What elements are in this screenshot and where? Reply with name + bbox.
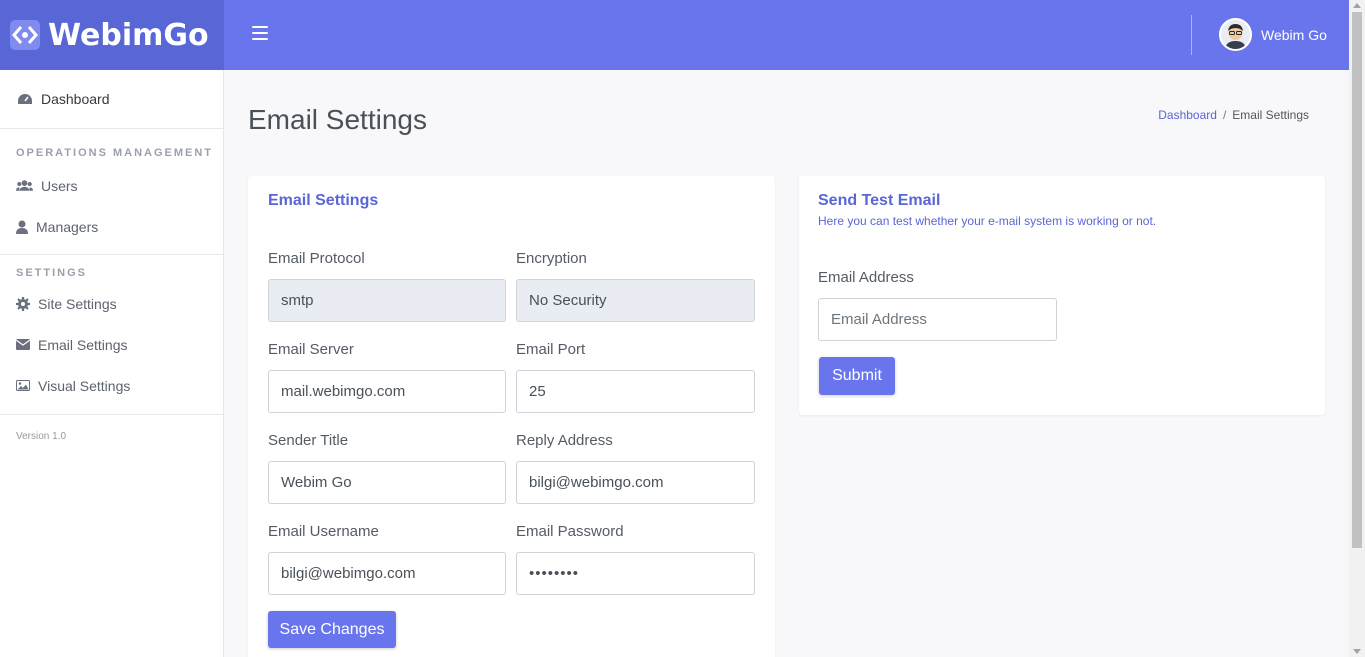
- email-protocol-label: Email Protocol: [268, 250, 365, 267]
- avatar-icon: [1221, 20, 1250, 49]
- page-title: Email Settings: [248, 104, 427, 135]
- scroll-up-icon[interactable]: [1353, 3, 1361, 8]
- brand-logo[interactable]: WebimGo: [0, 0, 224, 70]
- reply-address-input[interactable]: bilgi@webimgo.com: [516, 461, 755, 504]
- email-server-label: Email Server: [268, 341, 354, 358]
- scroll-thumb[interactable]: [1352, 12, 1362, 548]
- logo-icon: [10, 20, 40, 50]
- top-navbar: Webim Go: [224, 0, 1349, 70]
- email-password-label: Email Password: [516, 523, 624, 540]
- version-label: Version 1.0: [16, 431, 67, 442]
- scroll-down-icon[interactable]: [1353, 649, 1361, 654]
- users-icon: [16, 179, 33, 193]
- encryption-field: No Security: [516, 279, 755, 322]
- gear-icon: [16, 296, 30, 311]
- avatar: [1219, 18, 1252, 51]
- card-title: Email Settings: [268, 192, 379, 209]
- submit-button[interactable]: Submit: [819, 357, 895, 395]
- user-menu[interactable]: Webim Go: [1219, 18, 1327, 51]
- email-settings-card: Email Settings Email Protocol smtp Encry…: [248, 176, 775, 657]
- email-username-input[interactable]: bilgi@webimgo.com: [268, 552, 506, 595]
- test-email-card: Send Test Email Here you can test whethe…: [799, 176, 1325, 415]
- card-title: Send Test Email: [818, 192, 941, 209]
- page-scrollbar[interactable]: [1349, 0, 1365, 657]
- email-protocol-field: smtp: [268, 279, 506, 322]
- breadcrumb-current: Email Settings: [1232, 108, 1309, 122]
- save-changes-button[interactable]: Save Changes: [268, 611, 396, 648]
- envelope-icon: [16, 338, 30, 352]
- breadcrumb-home-link[interactable]: Dashboard: [1158, 108, 1217, 122]
- image-icon: [16, 379, 30, 393]
- sidebar-item-label: Dashboard: [41, 91, 110, 107]
- encryption-label: Encryption: [516, 250, 587, 267]
- email-password-input[interactable]: ••••••••: [516, 552, 755, 595]
- breadcrumb: Dashboard / Email Settings: [1158, 108, 1309, 122]
- brand-name: WebimGo: [48, 17, 209, 53]
- breadcrumb-separator: /: [1222, 108, 1227, 122]
- test-email-input[interactable]: Email Address: [818, 298, 1057, 341]
- sidebar-item-email-settings[interactable]: Email Settings: [0, 324, 223, 365]
- user-icon: [16, 220, 28, 234]
- sidebar-item-site-settings[interactable]: Site Settings: [0, 283, 223, 324]
- section-header-operations: OPERATIONS MANAGEMENT: [16, 147, 214, 159]
- dashboard-icon: [16, 92, 33, 106]
- email-username-label: Email Username: [268, 523, 379, 540]
- sender-title-label: Sender Title: [268, 432, 349, 449]
- reply-address-label: Reply Address: [516, 432, 613, 449]
- sidebar-item-dashboard[interactable]: Dashboard: [0, 70, 223, 128]
- divider: [0, 414, 223, 415]
- sidebar-item-label: Visual Settings: [38, 377, 131, 394]
- sidebar-item-label: Managers: [36, 218, 99, 235]
- sidebar: Dashboard OPERATIONS MANAGEMENT Users Ma…: [0, 70, 224, 657]
- sidebar-item-label: Site Settings: [38, 295, 117, 312]
- sidebar-item-managers[interactable]: Managers: [0, 206, 223, 247]
- section-header-settings: SETTINGS: [16, 267, 88, 279]
- card-subtitle: Here you can test whether your e-mail sy…: [818, 214, 1157, 228]
- sidebar-item-users[interactable]: Users: [0, 165, 223, 206]
- topbar-divider: [1191, 15, 1192, 55]
- email-server-input[interactable]: mail.webimgo.com: [268, 370, 506, 413]
- email-port-label: Email Port: [516, 341, 586, 358]
- email-port-input[interactable]: 25: [516, 370, 755, 413]
- menu-toggle-icon[interactable]: [252, 26, 268, 42]
- sender-title-input[interactable]: Webim Go: [268, 461, 506, 504]
- user-name: Webim Go: [1261, 26, 1327, 43]
- sidebar-item-visual-settings[interactable]: Visual Settings: [0, 365, 223, 406]
- sidebar-item-label: Email Settings: [38, 336, 128, 353]
- sidebar-item-label: Users: [41, 177, 78, 194]
- email-address-label: Email Address: [818, 269, 914, 286]
